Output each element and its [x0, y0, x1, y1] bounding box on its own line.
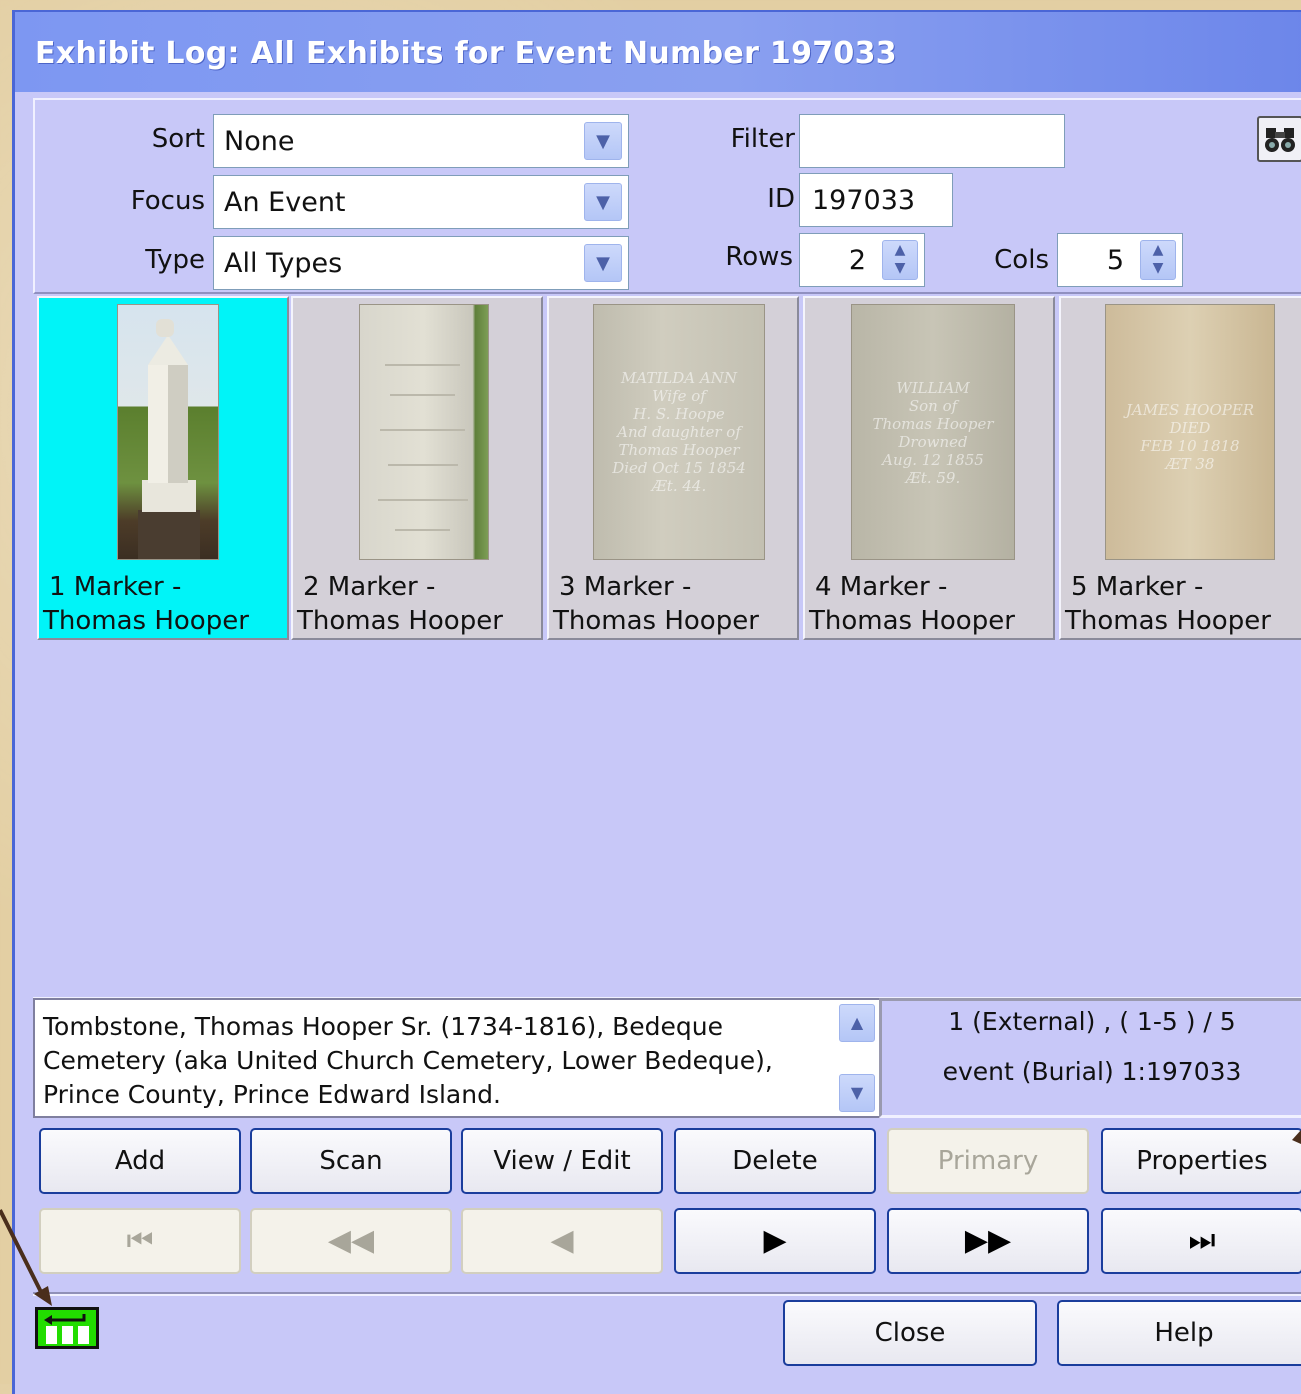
help-button[interactable]: Help	[1057, 1300, 1301, 1366]
tombstone-photo-3: MATILDA ANN Wife of H. S. Hoope And daug…	[593, 304, 765, 560]
spinner-arrows-icon[interactable]: ▲ ▼	[882, 240, 918, 280]
record-status-count: 1 (External) , ( 1-5 ) / 5	[948, 1007, 1236, 1036]
rows-label: Rows	[725, 242, 793, 272]
focus-value: An Event	[224, 187, 346, 218]
rows-value: 2	[848, 245, 866, 276]
rows-spinner[interactable]: 2 ▲ ▼	[799, 233, 925, 287]
primary-button[interactable]: Primary	[887, 1128, 1089, 1194]
type-value: All Types	[224, 248, 343, 279]
first-record-button[interactable]: ⏮	[39, 1208, 241, 1274]
footer-divider	[33, 1292, 1301, 1296]
record-status-event: event (Burial) 1:197033	[942, 1057, 1242, 1086]
exhibit-caption-line1: 3 Marker -	[559, 572, 692, 602]
cols-value: 5	[1106, 245, 1124, 276]
previous-page-button[interactable]: ◀◀	[250, 1208, 452, 1274]
last-record-button[interactable]: ⏭	[1101, 1208, 1301, 1274]
exhibit-caption-line1: 2 Marker -	[303, 572, 436, 602]
scroll-down-icon[interactable]: ▼	[839, 1074, 875, 1112]
exhibit-description[interactable]: Tombstone, Thomas Hooper Sr. (1734-1816)…	[33, 998, 881, 1118]
exhibit-caption-line2: Thomas Hooper	[43, 606, 249, 636]
exhibit-gallery: 1 Marker - Thomas Hooper 2 Marker - Thom…	[33, 296, 1301, 1000]
properties-button[interactable]: Properties	[1101, 1128, 1301, 1194]
tombstone-photo-2	[359, 304, 489, 560]
type-label: Type	[145, 245, 205, 275]
rewind-icon: ◀◀	[327, 1223, 375, 1258]
exhibit-caption-line1: 5 Marker -	[1071, 572, 1204, 602]
spinner-arrows-icon[interactable]: ▲ ▼	[1140, 240, 1176, 280]
focus-select[interactable]: An Event ▼	[213, 175, 629, 229]
id-label: ID	[767, 184, 795, 214]
tombstone-photo-1	[117, 304, 219, 560]
cols-spinner[interactable]: 5 ▲ ▼	[1057, 233, 1183, 287]
exhibit-cell-2[interactable]: 2 Marker - Thomas Hooper	[291, 296, 543, 640]
tombstone-photo-4: WILLIAM Son of Thomas Hooper Drowned Aug…	[851, 304, 1015, 560]
exhibit-caption-line1: 4 Marker -	[815, 572, 948, 602]
binoculars-icon[interactable]	[1257, 116, 1301, 162]
last-record-icon: ⏭	[1188, 1223, 1216, 1258]
table-switch-icon[interactable]	[35, 1307, 99, 1349]
filter-input[interactable]	[799, 114, 1065, 168]
next-page-button[interactable]: ▶▶	[887, 1208, 1089, 1274]
exhibit-caption-line2: Thomas Hooper	[553, 606, 759, 636]
tombstone-inscription: WILLIAM Son of Thomas Hooper Drowned Aug…	[872, 379, 994, 487]
chevron-down-icon[interactable]: ▼	[584, 244, 622, 282]
first-record-icon: ⏮	[126, 1223, 154, 1258]
description-scrollbar[interactable]: ▲ ▼	[839, 1004, 875, 1112]
exhibit-caption-line2: Thomas Hooper	[297, 606, 503, 636]
fast-forward-icon: ▶▶	[964, 1223, 1012, 1258]
exhibit-cell-1[interactable]: 1 Marker - Thomas Hooper	[37, 296, 289, 640]
id-input[interactable]: 197033	[799, 173, 953, 227]
scan-button[interactable]: Scan	[250, 1128, 452, 1194]
exhibit-description-text: Tombstone, Thomas Hooper Sr. (1734-1816)…	[43, 1012, 773, 1109]
exhibit-log-window: Exhibit Log: All Exhibits for Event Numb…	[12, 10, 1301, 1394]
cols-label: Cols	[994, 245, 1049, 275]
type-select[interactable]: All Types ▼	[213, 236, 629, 290]
chevron-down-icon[interactable]: ▼	[584, 122, 622, 160]
sort-value: None	[224, 126, 295, 157]
view-edit-button[interactable]: View / Edit	[461, 1128, 663, 1194]
next-record-button[interactable]: ▶	[674, 1208, 876, 1274]
exhibit-caption-line2: Thomas Hooper	[809, 606, 1015, 636]
sort-label: Sort	[151, 124, 205, 154]
tombstone-photo-5: JAMES HOOPER DIED FEB 10 1818 ÆT 38	[1105, 304, 1275, 560]
chevron-down-icon[interactable]: ▼	[584, 183, 622, 221]
add-button[interactable]: Add	[39, 1128, 241, 1194]
exhibit-cell-5[interactable]: JAMES HOOPER DIED FEB 10 1818 ÆT 38 5 Ma…	[1059, 296, 1301, 640]
exhibit-cell-3[interactable]: MATILDA ANN Wife of H. S. Hoope And daug…	[547, 296, 799, 640]
delete-button[interactable]: Delete	[674, 1128, 876, 1194]
filter-label: Filter	[730, 124, 795, 154]
focus-label: Focus	[130, 186, 205, 216]
close-button[interactable]: Close	[783, 1300, 1037, 1366]
tombstone-inscription: JAMES HOOPER DIED FEB 10 1818 ÆT 38	[1125, 401, 1255, 473]
previous-record-button[interactable]: ◀	[461, 1208, 663, 1274]
filter-panel: Sort None ▼ Focus An Event ▼ Type All Ty…	[33, 98, 1301, 294]
next-icon: ▶	[763, 1223, 787, 1258]
record-status: 1 (External) , ( 1-5 ) / 5 event (Burial…	[879, 998, 1301, 1118]
exhibit-caption-line1: 1 Marker -	[49, 572, 182, 602]
tombstone-inscription: MATILDA ANN Wife of H. S. Hoope And daug…	[612, 369, 746, 495]
exhibit-caption-line2: Thomas Hooper	[1065, 606, 1271, 636]
window-title: Exhibit Log: All Exhibits for Event Numb…	[15, 12, 1301, 92]
exhibit-cell-4[interactable]: WILLIAM Son of Thomas Hooper Drowned Aug…	[803, 296, 1055, 640]
scroll-up-icon[interactable]: ▲	[839, 1004, 875, 1042]
previous-icon: ◀	[550, 1223, 574, 1258]
sort-select[interactable]: None ▼	[213, 114, 629, 168]
